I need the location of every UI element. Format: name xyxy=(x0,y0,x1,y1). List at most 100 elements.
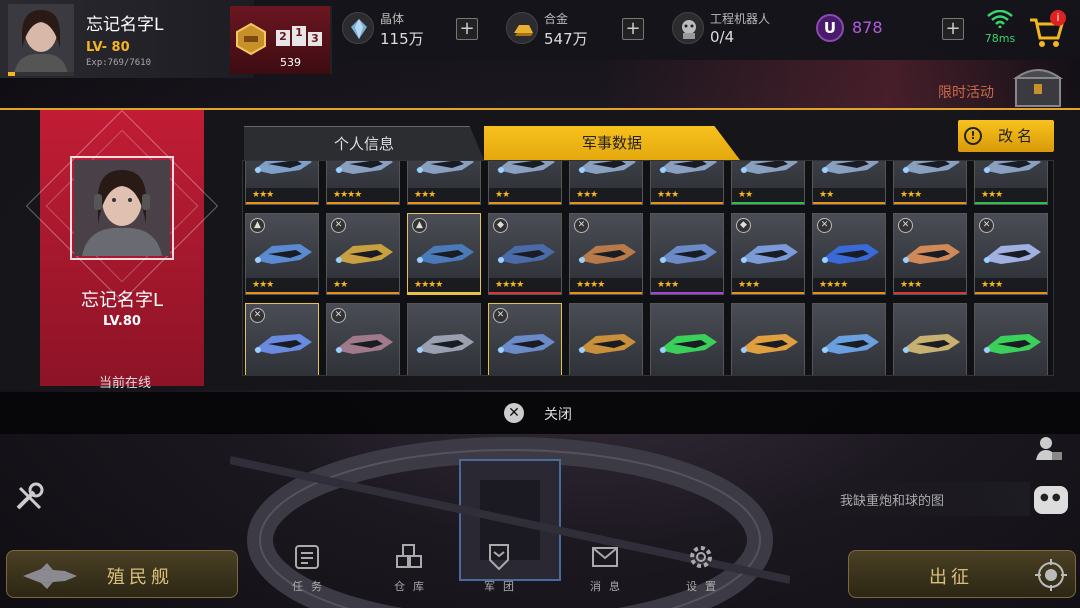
limited-event-label[interactable]: 限时活动 xyxy=(938,82,994,102)
ship-card[interactable]: ★★★★ xyxy=(326,161,400,205)
ship-card[interactable]: ✕ ★★★★ xyxy=(569,213,643,295)
nav-message[interactable]: 消息 xyxy=(574,542,636,598)
ship-image xyxy=(497,244,555,264)
event-chest-icon[interactable] xyxy=(1012,64,1064,108)
player-avatar[interactable] xyxy=(8,4,74,74)
ship-image xyxy=(254,161,312,174)
ranking-button[interactable]: 2 1 3 539 xyxy=(230,6,332,74)
ship-card[interactable]: ✕ ★★ xyxy=(326,213,400,295)
deploy-label: 出征 xyxy=(929,567,973,588)
legion-icon xyxy=(489,544,509,571)
colony-ship-button[interactable]: 殖民舰 xyxy=(6,550,238,598)
ship-card[interactable] xyxy=(407,303,481,375)
tab-military-data[interactable]: 军事数据 xyxy=(484,126,740,160)
rarity-bar xyxy=(813,202,885,204)
nav-legion[interactable]: 军团 xyxy=(468,542,530,598)
player-level: LV- 80 xyxy=(86,40,130,55)
ship-card[interactable]: ★★ xyxy=(812,161,886,205)
player-exp: Exp:769/7610 xyxy=(86,58,152,68)
chat-message[interactable]: 我缺重炮和球的图 xyxy=(840,490,944,509)
rarity-bar xyxy=(327,202,399,204)
contacts-icon[interactable] xyxy=(1034,434,1064,464)
podium-third: 3 xyxy=(308,32,322,46)
ship-image xyxy=(740,334,798,354)
ship-collection-panel[interactable]: ★★★ ★★★★ ★★★ ★★ ★★★ ★★★ ★★ ★★ ★★★ ★★★ ▲ ★★★ ✕ ★★ ▲ ★★★★… xyxy=(242,160,1054,376)
ship-card[interactable]: ★★★ xyxy=(893,161,967,205)
ship-card[interactable] xyxy=(731,303,805,375)
ship-card[interactable]: ★★★ xyxy=(650,213,724,295)
ship-card[interactable]: ▲ ★★★★ xyxy=(407,213,481,295)
ship-card[interactable]: ★★★ xyxy=(407,161,481,205)
chat-bubble-icon[interactable] xyxy=(1034,486,1068,514)
ship-card[interactable]: ★★ xyxy=(488,161,562,205)
tools-icon[interactable] xyxy=(12,480,46,514)
rank-value: 539 xyxy=(280,56,301,69)
resource-crystal: 晶体 115万 xyxy=(342,8,452,52)
network-status: 78ms xyxy=(978,9,1022,45)
ship-type-icon: ✕ xyxy=(250,308,265,323)
ship-card[interactable]: ✕ xyxy=(488,303,562,375)
deploy-button[interactable]: 出征 xyxy=(848,550,1076,598)
ship-image xyxy=(983,244,1041,264)
tab-personal-info[interactable]: 个人信息 xyxy=(244,126,484,160)
ship-card[interactable] xyxy=(974,303,1048,375)
ship-card[interactable]: ◆ ★★★ xyxy=(731,213,805,295)
ship-card[interactable]: ✕ ★★★★ xyxy=(812,213,886,295)
ship-card[interactable] xyxy=(812,303,886,375)
crystal-label: 晶体 xyxy=(380,12,405,26)
rarity-bar xyxy=(489,292,561,294)
warehouse-icon xyxy=(396,544,422,568)
ship-card[interactable]: ★★★ xyxy=(569,161,643,205)
ship-type-icon: ▲ xyxy=(412,218,427,233)
notification-badge: i xyxy=(1050,10,1066,26)
ship-card[interactable]: ★★ xyxy=(731,161,805,205)
rank-medal-icon xyxy=(236,22,266,56)
ship-card[interactable]: ✕ ★★★ xyxy=(974,213,1048,295)
ship-type-icon: ✕ xyxy=(331,308,346,323)
ship-image xyxy=(983,334,1041,354)
ship-card[interactable]: ★★★ xyxy=(245,161,319,205)
ship-type-icon: ✕ xyxy=(574,218,589,233)
podium-icon: 2 1 3 xyxy=(276,26,322,46)
close-label: 关闭 xyxy=(544,407,572,423)
mission-icon xyxy=(295,545,319,569)
ship-card[interactable]: ★★★ xyxy=(650,161,724,205)
alloy-value: 547万 xyxy=(544,30,588,48)
ship-image xyxy=(416,334,474,354)
add-alloy-button[interactable]: + xyxy=(622,18,644,40)
crystal-value: 115万 xyxy=(380,30,424,48)
ship-type-icon: ✕ xyxy=(493,308,508,323)
ship-card[interactable]: ▲ ★★★ xyxy=(245,213,319,295)
ship-type-icon: ◆ xyxy=(493,218,508,233)
player-portrait xyxy=(74,160,170,256)
ship-image xyxy=(416,244,474,264)
nav-warehouse[interactable]: 仓库 xyxy=(378,542,440,598)
ship-card[interactable]: ★★★ xyxy=(974,161,1048,205)
nav-legion-label: 军团 xyxy=(484,580,522,593)
shop-button[interactable]: i xyxy=(1024,8,1068,52)
nav-settings[interactable]: 设置 xyxy=(670,542,732,598)
rarity-bar xyxy=(570,292,642,294)
crystal-icon xyxy=(342,12,374,44)
ship-card[interactable]: ✕ xyxy=(245,303,319,375)
ship-image xyxy=(740,161,798,174)
add-premium-button[interactable]: + xyxy=(942,18,964,40)
add-crystal-button[interactable]: + xyxy=(456,18,478,40)
nav-message-label: 消息 xyxy=(590,580,628,593)
player-profile[interactable]: 忘记名字L LV- 80 Exp:769/7610 xyxy=(0,0,254,78)
nav-mission[interactable]: 任务 xyxy=(276,542,338,598)
rarity-bar xyxy=(489,202,561,204)
ship-card[interactable]: ✕ ★★★ xyxy=(893,213,967,295)
premium-value: 878 xyxy=(852,18,883,37)
ship-card[interactable] xyxy=(650,303,724,375)
ship-image xyxy=(902,161,960,174)
ship-card[interactable]: ✕ xyxy=(326,303,400,375)
target-icon xyxy=(1035,559,1067,591)
rename-button[interactable]: ! 改名 xyxy=(958,120,1054,152)
ship-card[interactable] xyxy=(893,303,967,375)
rarity-bar xyxy=(408,202,480,204)
message-icon xyxy=(592,547,618,567)
rarity-bar xyxy=(813,292,885,294)
ship-card[interactable] xyxy=(569,303,643,375)
ship-card[interactable]: ◆ ★★★★ xyxy=(488,213,562,295)
